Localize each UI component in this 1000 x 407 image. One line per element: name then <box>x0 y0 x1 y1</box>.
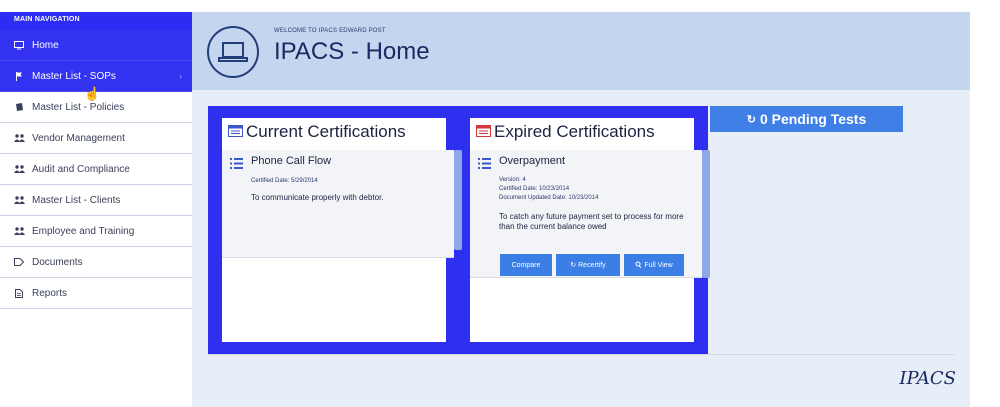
file-icon <box>12 288 26 298</box>
current-certifications-header: Current Certifications <box>228 122 406 142</box>
document-updated-date: Document Updated Date: 10/23/2014 <box>499 195 599 201</box>
full-view-button[interactable]: Full View <box>624 254 684 276</box>
sidebar-item-label: Vendor Management <box>32 132 125 144</box>
refresh-icon: ↻ <box>746 113 756 126</box>
mouse-pointer-icon: ☝ <box>84 86 101 101</box>
entry-title: Overpayment <box>499 155 566 167</box>
sidebar-item-employee-and-training[interactable]: Employee and Training <box>0 216 192 247</box>
sidebar-item-label: Master List - Policies <box>32 101 125 113</box>
entry-title: Phone Call Flow <box>251 155 332 167</box>
sidebar-item-label: Home <box>32 39 59 51</box>
recertify-label: Recertify <box>578 261 606 269</box>
list-icon <box>478 156 491 174</box>
chevron-right-icon: › <box>179 71 182 81</box>
monitor-icon <box>12 40 26 50</box>
version: Version: 4 <box>499 177 526 183</box>
search-icon <box>635 261 642 270</box>
certifications-panel: Current Certifications Phone Call Flow C… <box>208 106 710 354</box>
entry-description: To catch any future payment set to proce… <box>499 212 684 231</box>
flag-icon <box>12 71 26 81</box>
entry-description: To communicate properly with debtor. <box>251 193 384 202</box>
sidebar: MAIN NAVIGATION Home Master List - SOPs … <box>0 12 192 322</box>
pending-tests-label: 0 Pending Tests <box>759 111 867 127</box>
sidebar-item-audit-and-compliance[interactable]: Audit and Compliance <box>0 154 192 185</box>
divider <box>208 354 954 355</box>
users-icon <box>12 134 26 142</box>
sidebar-item-documents[interactable]: Documents <box>0 247 192 278</box>
scrollbar[interactable] <box>454 150 462 250</box>
recertify-button[interactable]: ↻ Recertify <box>556 254 620 276</box>
laptop-icon <box>207 26 259 78</box>
sidebar-item-master-list-clients[interactable]: Master List - Clients <box>0 185 192 216</box>
expired-certifications-header: Expired Certifications <box>476 122 655 142</box>
current-cert-entry[interactable]: Phone Call Flow Certified Date: 5/29/201… <box>222 150 462 258</box>
sidebar-item-label: Audit and Compliance <box>32 163 130 175</box>
sidebar-item-label: Reports <box>32 287 68 299</box>
expired-certifications-title: Expired Certifications <box>494 122 655 141</box>
users-icon <box>12 196 26 204</box>
sidebar-item-reports[interactable]: Reports <box>0 278 192 309</box>
tag-icon <box>12 258 26 266</box>
refresh-icon: ↻ <box>570 262 577 269</box>
users-icon <box>12 165 26 173</box>
book-icon <box>12 102 26 112</box>
expired-certifications-card: Expired Certifications Overpayment Versi… <box>470 118 710 342</box>
sidebar-item-home[interactable]: Home <box>0 30 192 61</box>
pending-tests-button[interactable]: ↻ 0 Pending Tests <box>710 106 903 132</box>
sidebar-item-label: Master List - Clients <box>32 194 121 206</box>
certified-date: Certified Date: 5/29/2014 <box>251 178 318 184</box>
sidebar-item-vendor-management[interactable]: Vendor Management <box>0 123 192 154</box>
sidebar-item-label: Master List - SOPs <box>32 70 116 82</box>
users-icon <box>12 227 26 235</box>
scrollbar[interactable] <box>702 150 710 278</box>
full-view-label: Full View <box>644 261 673 269</box>
welcome-text: WELCOME TO IPACS EDWARD POST <box>274 28 386 34</box>
calendar-icon <box>476 122 491 142</box>
footer-brand: IPACS <box>899 368 956 389</box>
certified-date: Certified Date: 10/23/2014 <box>499 186 570 192</box>
sidebar-item-label: Employee and Training <box>32 225 135 237</box>
page-title: IPACS - Home <box>274 38 430 65</box>
current-certifications-title: Current Certifications <box>246 122 406 141</box>
main-content: WELCOME TO IPACS EDWARD POST IPACS - Hom… <box>192 12 970 407</box>
sidebar-item-label: Documents <box>32 256 83 268</box>
list-icon <box>230 156 243 174</box>
nav-title: MAIN NAVIGATION <box>0 12 192 30</box>
compare-button[interactable]: Compare <box>500 254 552 276</box>
current-certifications-card: Current Certifications Phone Call Flow C… <box>222 118 462 342</box>
calendar-icon <box>228 122 243 142</box>
page-header: WELCOME TO IPACS EDWARD POST IPACS - Hom… <box>192 12 970 90</box>
